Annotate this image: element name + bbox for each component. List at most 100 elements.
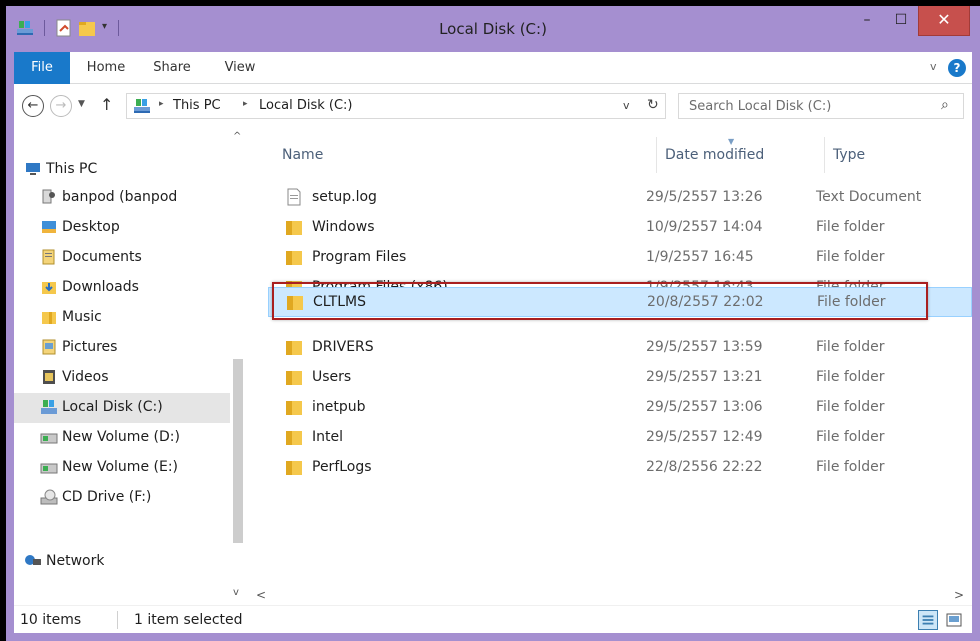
search-box[interactable]: Search Local Disk (C:) ⌕ — [678, 93, 964, 119]
horizontal-scrollbar[interactable]: < > — [250, 587, 972, 605]
nav-item-documents[interactable]: Documents — [14, 243, 230, 273]
column-header-date[interactable]: Date modified — [656, 137, 816, 173]
nav-label: Desktop — [62, 219, 120, 235]
file-row[interactable]: Program Files 1/9/2557 16:45 File folder — [268, 243, 972, 273]
nav-item-desktop[interactable]: Desktop — [14, 213, 230, 243]
navigation-bar: ← → ▼ ↑ ▸ This PC ▸ Local Disk (C:) v ↻ … — [14, 85, 972, 127]
nav-item-videos[interactable]: Videos — [14, 363, 230, 393]
nav-item-volume-d[interactable]: New Volume (D:) — [14, 423, 230, 453]
breadcrumb-separator[interactable]: ▸ — [243, 99, 248, 109]
address-bar[interactable]: ▸ This PC ▸ Local Disk (C:) v ↻ — [126, 93, 666, 119]
folder-icon — [286, 461, 302, 475]
breadcrumb-this-pc[interactable]: This PC — [173, 98, 221, 113]
tab-share[interactable]: Share — [142, 52, 202, 84]
selection-count: 1 item selected — [134, 612, 243, 628]
tab-file[interactable]: File — [14, 52, 70, 84]
nav-item-user[interactable]: banpod (banpod — [14, 183, 230, 213]
nav-label: Music — [62, 309, 102, 325]
nav-item-pictures[interactable]: Pictures — [14, 333, 230, 363]
file-row[interactable]: inetpub 29/5/2557 13:06 File folder — [268, 393, 972, 423]
file-date: 29/5/2557 13:26 — [646, 189, 763, 205]
status-bar: 10 items 1 item selected — [14, 605, 972, 633]
breadcrumb-separator[interactable]: ▸ — [159, 99, 164, 109]
documents-icon — [42, 249, 55, 265]
ribbon-tabs: File Home Share View v ? — [14, 52, 972, 84]
maximize-button[interactable]: ☐ — [886, 6, 916, 36]
refresh-icon[interactable]: ↻ — [647, 97, 659, 113]
large-icons-view-icon[interactable] — [944, 610, 964, 630]
nav-item-this-pc[interactable]: This PC — [14, 155, 230, 185]
file-date: 29/5/2557 12:49 — [646, 429, 763, 445]
back-button[interactable]: ← — [22, 95, 44, 117]
folder-icon — [286, 251, 302, 265]
folder-icon — [286, 221, 302, 235]
window-title: Local Disk (C:) — [439, 20, 547, 38]
details-view-icon[interactable] — [918, 610, 938, 630]
tab-home[interactable]: Home — [76, 52, 136, 84]
file-name: Intel — [312, 429, 343, 445]
help-icon[interactable]: ? — [948, 59, 966, 77]
file-date: 29/5/2557 13:21 — [646, 369, 763, 385]
minimize-button[interactable]: – — [852, 6, 882, 36]
nav-item-music[interactable]: Music — [14, 303, 230, 333]
file-date: 22/8/2556 22:22 — [646, 459, 763, 475]
column-header-name[interactable]: Name — [282, 137, 642, 173]
search-input[interactable]: Search Local Disk (C:) — [689, 99, 831, 114]
title-bar[interactable]: ▾ Local Disk (C:) – ☐ ✕ — [6, 6, 980, 52]
nav-item-downloads[interactable]: Downloads — [14, 273, 230, 303]
scrollbar-thumb[interactable] — [233, 359, 243, 543]
scroll-left-arrow[interactable]: < — [256, 588, 266, 602]
videos-icon — [43, 370, 55, 384]
file-name: PerfLogs — [312, 459, 372, 475]
file-row[interactable]: Intel 29/5/2557 12:49 File folder — [268, 423, 972, 453]
file-type: File folder — [816, 249, 885, 265]
recent-locations-button[interactable]: ▼ — [78, 99, 85, 109]
file-type: File folder — [816, 339, 885, 355]
nav-label: Local Disk (C:) — [62, 399, 163, 415]
file-row[interactable]: DRIVERS 29/5/2557 13:59 File folder — [268, 333, 972, 363]
file-row[interactable]: Windows 10/9/2557 14:04 File folder — [268, 213, 972, 243]
file-name: inetpub — [312, 399, 366, 415]
file-type: File folder — [816, 399, 885, 415]
network-icon — [25, 555, 41, 565]
scroll-up-arrow[interactable]: ^ — [233, 131, 241, 142]
nav-label: Network — [46, 553, 105, 569]
breadcrumb-local-disk[interactable]: Local Disk (C:) — [259, 98, 352, 113]
explorer-window: ▾ Local Disk (C:) – ☐ ✕ File Home Share … — [6, 6, 980, 641]
nav-label: Downloads — [62, 279, 139, 295]
status-divider — [117, 611, 118, 629]
expand-ribbon-icon[interactable]: v — [930, 60, 944, 73]
file-type: File folder — [816, 429, 885, 445]
nav-pane-scrollbar[interactable]: ^ v — [230, 127, 246, 605]
file-type: File folder — [816, 219, 885, 235]
scroll-right-arrow[interactable]: > — [954, 588, 964, 602]
folder-icon — [286, 341, 302, 355]
column-header-type[interactable]: Type — [824, 137, 974, 173]
close-button[interactable]: ✕ — [918, 6, 970, 36]
file-row[interactable]: PerfLogs 22/8/2556 22:22 File folder — [268, 453, 972, 483]
file-row[interactable]: setup.log 29/5/2557 13:26 Text Document — [268, 183, 972, 213]
search-icon[interactable]: ⌕ — [941, 97, 949, 113]
nav-label: Videos — [62, 369, 109, 385]
forward-button[interactable]: → — [50, 95, 72, 117]
file-type: Text Document — [816, 189, 922, 205]
nav-item-network[interactable]: Network — [14, 547, 230, 577]
cd-drive-icon — [40, 489, 58, 505]
folder-icon — [286, 431, 302, 445]
volume-icon — [40, 433, 58, 444]
tab-view[interactable]: View — [212, 52, 268, 84]
file-row[interactable]: Users 29/5/2557 13:21 File folder — [268, 363, 972, 393]
scroll-down-arrow[interactable]: v — [233, 587, 239, 598]
address-history-dropdown[interactable]: v — [623, 99, 630, 112]
up-button[interactable]: ↑ — [100, 95, 113, 114]
file-name: setup.log — [312, 189, 377, 205]
nav-item-cd-drive[interactable]: CD Drive (F:) — [14, 483, 230, 513]
item-count: 10 items — [20, 612, 82, 628]
nav-item-local-disk[interactable]: Local Disk (C:) — [14, 393, 230, 423]
nav-label: Pictures — [62, 339, 118, 355]
volume-icon — [40, 463, 58, 474]
highlight-annotation — [272, 282, 928, 320]
nav-label: New Volume (E:) — [62, 459, 178, 475]
navigation-pane: This PC banpod (banpod Desktop Documents… — [14, 127, 246, 605]
nav-item-volume-e[interactable]: New Volume (E:) — [14, 453, 230, 483]
